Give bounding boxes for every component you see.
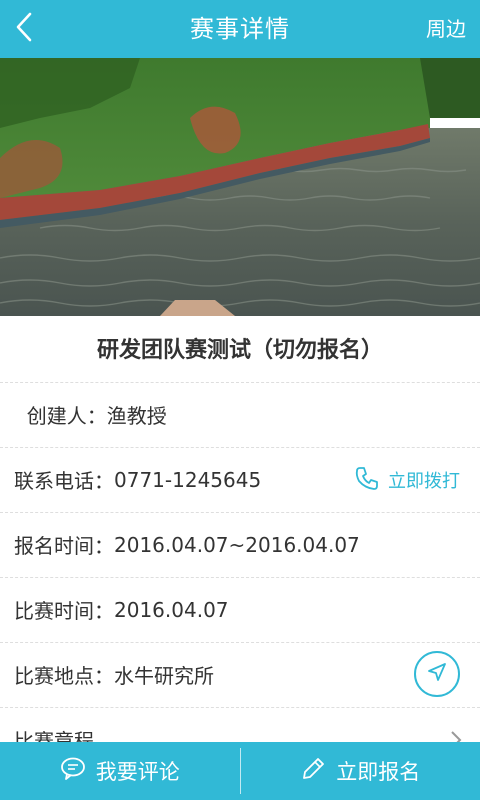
creator-row: 创建人： 渔教授 bbox=[0, 382, 480, 446]
top-bar: 赛事详情 周边 bbox=[0, 0, 480, 58]
match-time-label: 比赛时间： bbox=[14, 599, 114, 623]
signup-time-label: 报名时间： bbox=[14, 534, 114, 558]
location-row: 比赛地点： 水牛研究所 bbox=[0, 642, 480, 706]
back-button[interactable] bbox=[0, 0, 48, 58]
signup-button[interactable]: 立即报名 bbox=[241, 742, 480, 800]
navigation-arrow-icon bbox=[425, 660, 449, 689]
creator-label: 创建人： bbox=[14, 404, 107, 428]
page-title: 赛事详情 bbox=[190, 15, 290, 43]
call-now-label: 立即拨打 bbox=[388, 471, 460, 492]
pencil-icon bbox=[300, 756, 336, 787]
chevron-left-icon bbox=[14, 11, 34, 47]
creator-value: 渔教授 bbox=[106, 404, 167, 428]
phone-row: 联系电话： 0771-1245645 立即拨打 bbox=[0, 447, 480, 511]
match-time-row: 比赛时间： 2016.04.07 bbox=[0, 577, 480, 641]
phone-icon bbox=[354, 465, 388, 496]
nearby-button[interactable]: 周边 bbox=[426, 0, 466, 58]
phone-label: 联系电话： bbox=[14, 469, 114, 493]
comment-label: 我要评论 bbox=[95, 760, 180, 784]
signup-time-row: 报名时间： 2016.04.07~2016.04.07 bbox=[0, 512, 480, 576]
comment-button[interactable]: 我要评论 bbox=[0, 742, 240, 800]
bottom-action-bar: 我要评论 立即报名 bbox=[0, 742, 480, 800]
location-value: 水牛研究所 bbox=[114, 664, 214, 688]
call-now-button[interactable]: 立即拨打 bbox=[354, 448, 460, 512]
event-title: 研发团队赛测试（切勿报名） bbox=[96, 338, 383, 363]
match-time-value: 2016.04.07 bbox=[114, 597, 229, 622]
event-photo bbox=[0, 58, 480, 316]
location-label: 比赛地点： bbox=[14, 664, 114, 688]
phone-value: 0771-1245645 bbox=[114, 467, 262, 492]
navigate-button[interactable] bbox=[414, 651, 460, 697]
signup-label: 立即报名 bbox=[336, 760, 421, 784]
signup-time-value: 2016.04.07~2016.04.07 bbox=[114, 532, 360, 557]
comment-bubble-icon bbox=[60, 757, 96, 786]
